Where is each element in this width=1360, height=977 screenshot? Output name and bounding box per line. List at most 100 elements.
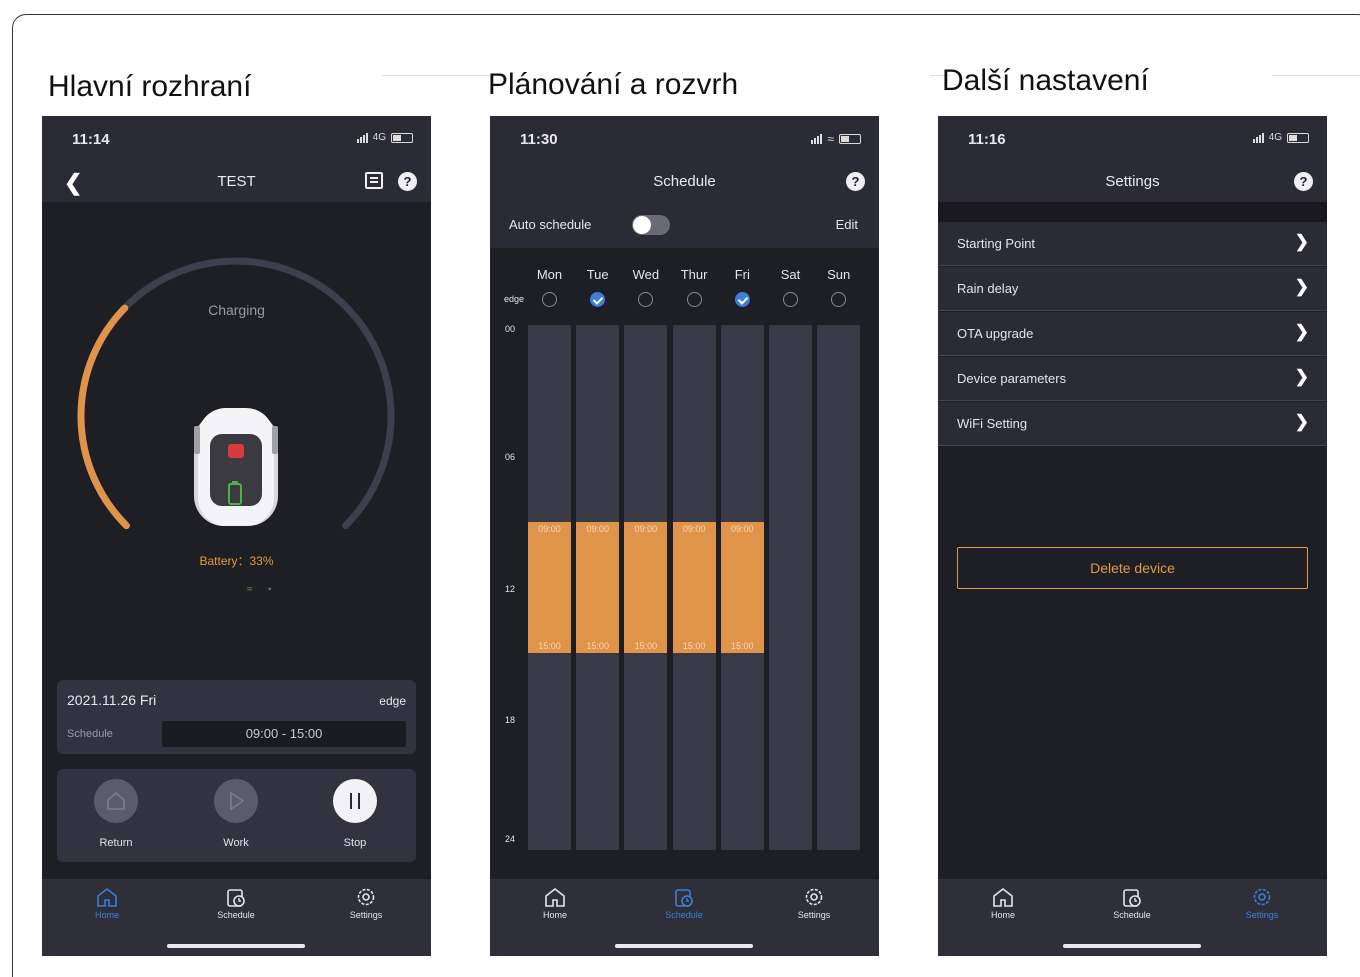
- wifi-icon: ≈: [247, 584, 253, 595]
- page-title: Schedule: [653, 173, 716, 190]
- day-column-thur[interactable]: 09:00 15:00: [672, 325, 716, 850]
- delete-device-button[interactable]: Delete device: [957, 547, 1308, 589]
- settings-item-device-parameters[interactable]: Device parameters ❯: [938, 357, 1327, 401]
- tab-home[interactable]: Home: [67, 886, 147, 920]
- slot-start-time: 09:00: [731, 523, 754, 534]
- day-label-tue: Tue: [586, 267, 609, 282]
- gear-icon: [357, 888, 375, 906]
- hour-label: 00: [505, 324, 516, 334]
- auto-schedule-toggle[interactable]: [632, 215, 670, 235]
- edge-checkbox-tue[interactable]: [590, 292, 606, 307]
- slot-start-time: 09:00: [586, 523, 609, 534]
- schedule-slot[interactable]: 09:00 15:00: [672, 521, 716, 654]
- battery-icon: [391, 132, 413, 143]
- status-bar: 11:30 ≈: [490, 116, 879, 164]
- schedule-card: 2021.11.26 Fri edge Schedule 09:00 - 15:…: [57, 680, 416, 754]
- settings-item-rain-delay[interactable]: Rain delay ❯: [938, 267, 1327, 311]
- tab-home[interactable]: Home: [963, 886, 1043, 920]
- stop-button[interactable]: Stop: [315, 779, 395, 849]
- nav-bar: ❮ TEST ?: [42, 164, 431, 202]
- tab-settings[interactable]: Settings: [774, 886, 854, 920]
- help-icon[interactable]: ?: [846, 172, 865, 191]
- tab-schedule-label: Schedule: [217, 910, 255, 920]
- tab-schedule[interactable]: Schedule: [196, 886, 276, 920]
- schedule-slot[interactable]: 09:00 15:00: [528, 521, 571, 654]
- edge-checkbox-mon[interactable]: [542, 292, 557, 307]
- tab-schedule[interactable]: Schedule: [644, 886, 724, 920]
- work-button[interactable]: Work: [196, 779, 276, 849]
- chevron-right-icon: ❯: [1294, 412, 1309, 431]
- hour-label: 06: [505, 452, 516, 463]
- home-indicator: [167, 944, 305, 948]
- calendar-icon: [227, 889, 245, 907]
- day-label-mon: Mon: [536, 267, 563, 282]
- status-bar: 11:16 4G: [938, 116, 1327, 164]
- calendar-icon: [675, 889, 693, 907]
- battery-icon: [1287, 132, 1309, 143]
- day-column-sat[interactable]: [769, 325, 812, 850]
- chevron-right-icon: ❯: [1294, 322, 1309, 341]
- edge-checkbox-wed[interactable]: [638, 292, 654, 307]
- edge-checkbox-sat[interactable]: [783, 292, 798, 307]
- edge-checkbox-thur[interactable]: [686, 292, 702, 307]
- tab-home[interactable]: Home: [515, 886, 595, 920]
- schedule-slot[interactable]: 09:00 15:00: [720, 521, 764, 654]
- return-button[interactable]: Return: [76, 779, 156, 849]
- slot-end-time: 15:00: [586, 641, 609, 652]
- divider: [1272, 75, 1360, 76]
- message-icon[interactable]: [365, 172, 383, 189]
- status-indicators: 4G: [1252, 132, 1309, 143]
- gauge-fill: [77, 304, 130, 530]
- status-indicators: 4G: [356, 132, 413, 143]
- section-gap: [938, 202, 1327, 222]
- edge-checkbox-sun[interactable]: [831, 292, 847, 307]
- day-column-mon[interactable]: 09:00 15:00: [528, 325, 571, 850]
- home-icon: [97, 887, 117, 907]
- tab-settings-label: Settings: [797, 910, 831, 920]
- wifi-icon: ≈: [827, 132, 834, 146]
- day-column-wed[interactable]: 09:00 15:00: [624, 325, 668, 850]
- day-column-tue[interactable]: 09:00 15:00: [576, 325, 620, 850]
- settings-item-ota-upgrade[interactable]: OTA upgrade ❯: [938, 312, 1327, 356]
- help-icon[interactable]: ?: [1294, 172, 1313, 191]
- settings-item-label: WiFi Setting: [957, 416, 1028, 431]
- gear-icon: [805, 888, 823, 906]
- divider: [382, 75, 490, 76]
- schedule-slot[interactable]: 09:00 15:00: [624, 521, 668, 654]
- schedule-slot[interactable]: 09:00 15:00: [576, 521, 620, 654]
- slot-end-time: 15:00: [538, 641, 561, 652]
- chevron-right-icon: ❯: [1294, 367, 1309, 386]
- phone-settings-screen: 11:16 4G Settings ? Starting Point ❯ Rai…: [938, 116, 1327, 956]
- settings-item-wifi-setting[interactable]: WiFi Setting ❯: [938, 402, 1327, 446]
- day-column-fri[interactable]: 09:00 15:00: [720, 325, 764, 850]
- slot-end-time: 15:00: [682, 641, 706, 652]
- battery-percentage: Battery：33%: [199, 554, 274, 568]
- return-label: Return: [99, 837, 133, 849]
- tab-settings[interactable]: Settings: [1222, 886, 1302, 920]
- day-label-sun: Sun: [827, 267, 851, 282]
- edge-checkbox-fri[interactable]: [734, 292, 750, 307]
- battery-icon: [839, 134, 861, 144]
- help-icon[interactable]: ?: [398, 172, 417, 191]
- settings-item-starting-point[interactable]: Starting Point ❯: [938, 222, 1327, 266]
- day-label-thur: Thur: [680, 267, 708, 282]
- slot-start-time: 09:00: [538, 523, 561, 534]
- network-label: 4G: [372, 132, 386, 143]
- settings-item-label: Rain delay: [957, 281, 1019, 296]
- edge-row-label: edge: [504, 294, 525, 304]
- status-indicators: ≈: [811, 132, 861, 146]
- tab-bar: Home Schedule Settings: [42, 879, 431, 956]
- day-column-sun[interactable]: [817, 325, 861, 850]
- tab-schedule[interactable]: Schedule: [1092, 886, 1172, 920]
- tab-schedule-label: Schedule: [1113, 910, 1151, 920]
- bluetooth-icon: ⋆: [266, 584, 273, 595]
- pause-icon: [333, 779, 377, 823]
- tab-settings[interactable]: Settings: [326, 886, 406, 920]
- current-date: 2021.11.26 Fri: [67, 692, 157, 708]
- tab-bar: Home Schedule Settings: [938, 879, 1327, 956]
- edit-button[interactable]: Edit: [836, 217, 858, 232]
- tab-settings-label: Settings: [349, 910, 383, 920]
- tab-settings-label: Settings: [1245, 910, 1279, 920]
- status-label: Charging: [208, 302, 265, 318]
- nav-bar: Schedule ?: [490, 164, 879, 202]
